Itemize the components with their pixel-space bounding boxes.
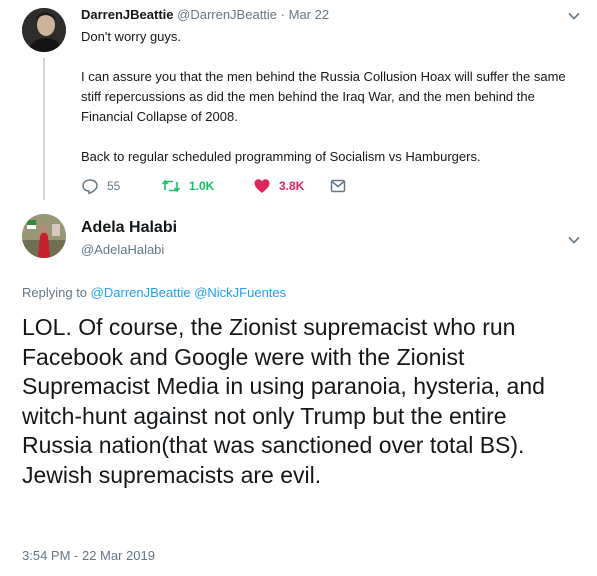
tweet1-action-bar: 55 1.0K 3.8K [81, 176, 347, 196]
replying-to-label: Replying to [22, 285, 88, 300]
tweet1-paragraph: Back to regular scheduled programming of… [81, 149, 481, 164]
tweet1-header: DarrenJBeattie @DarrenJBeattie · Mar 22 [81, 7, 329, 22]
reply-button[interactable]: 55 [81, 177, 161, 195]
tweet1-paragraph: Don't worry guys. [81, 29, 182, 44]
tweet1-paragraph: I can assure you that the men behind the… [81, 69, 566, 124]
mention-link[interactable]: @DarrenJBeattie [91, 285, 191, 300]
tweet1-separator: · [280, 7, 285, 22]
direct-message-button[interactable] [329, 177, 347, 195]
retweet-icon [161, 180, 181, 192]
tweet2-text: LOL. Of course, the Zionist supremacist … [22, 314, 545, 488]
tweet2-handle[interactable]: @AdelaHalabi [81, 242, 164, 257]
tweet1-text: Don't worry guys. I can assure you that … [81, 27, 571, 167]
chevron-down-icon[interactable] [567, 9, 581, 23]
retweet-button[interactable]: 1.0K [161, 177, 253, 195]
avatar-adelahalabi[interactable] [22, 214, 66, 258]
like-icon [254, 179, 270, 193]
tweet1-handle[interactable]: @DarrenJBeattie [177, 7, 277, 22]
reply-count: 55 [107, 179, 121, 193]
reply-icon [82, 179, 98, 195]
avatar-darrenjbeattie[interactable] [22, 8, 66, 52]
tweet1-display-name[interactable]: DarrenJBeattie [81, 7, 174, 22]
avatar-image [22, 8, 66, 52]
tweet1-date[interactable]: Mar 22 [289, 7, 329, 22]
like-count: 3.8K [279, 179, 305, 193]
retweet-count: 1.0K [189, 179, 215, 193]
avatar-image [22, 214, 66, 258]
thread-connector-line [43, 58, 45, 200]
replying-to: Replying to @DarrenJBeattie @NickJFuente… [22, 285, 286, 300]
tweet2-display-name[interactable]: Adela Halabi [81, 219, 177, 237]
mention-link[interactable]: @NickJFuentes [194, 285, 286, 300]
chevron-down-icon[interactable] [567, 233, 581, 247]
tweet2-timestamp[interactable]: 3:54 PM - 22 Mar 2019 [22, 548, 155, 563]
like-button[interactable]: 3.8K [253, 177, 329, 195]
direct-message-icon [330, 179, 346, 193]
